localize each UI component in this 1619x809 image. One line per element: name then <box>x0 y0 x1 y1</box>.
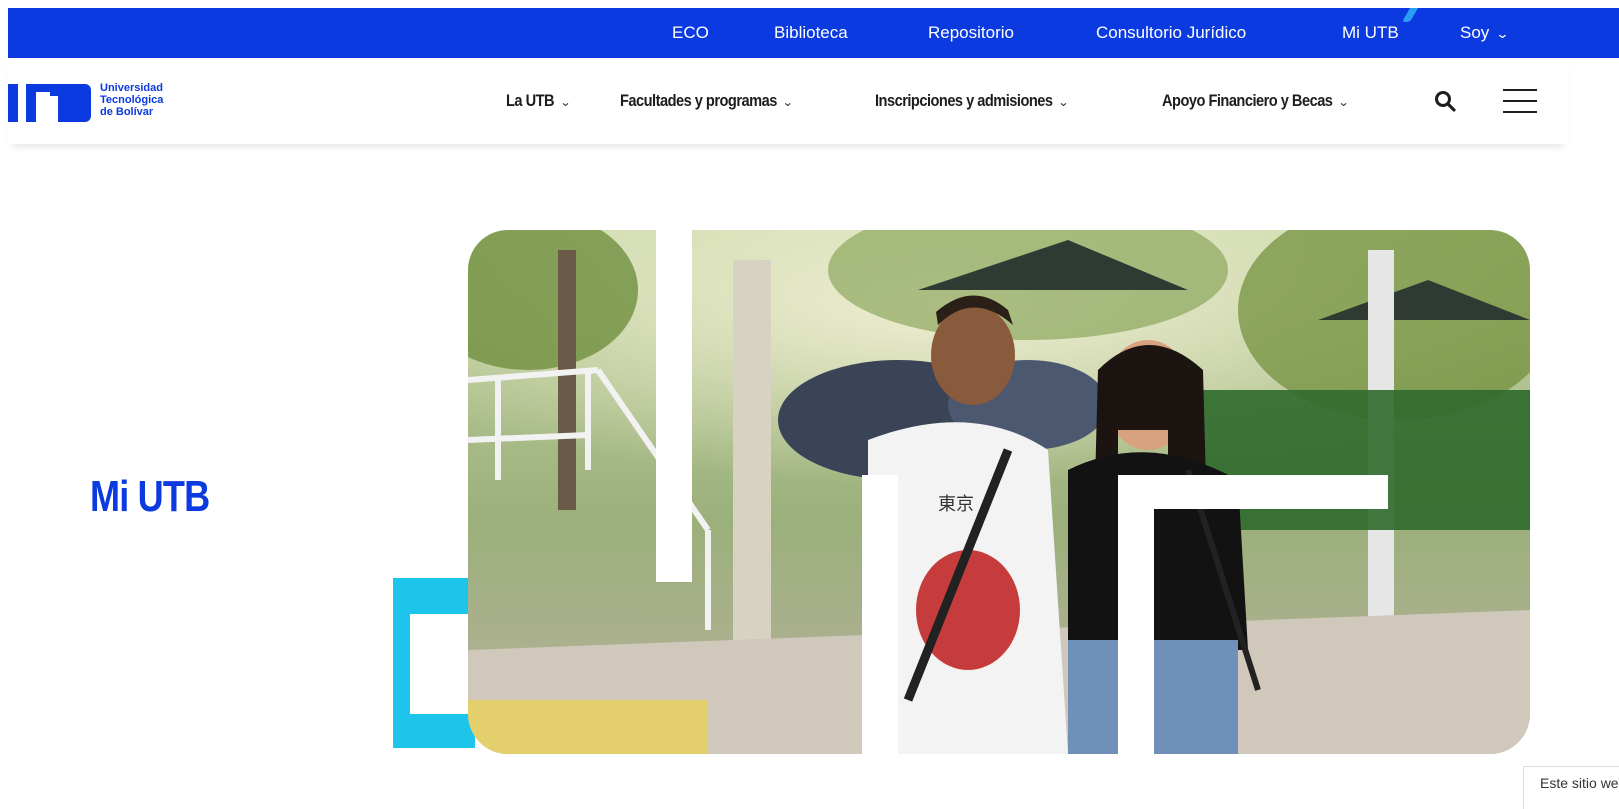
nav-item-facultades-y-programas[interactable]: Facultades y programas ⌄ <box>620 58 794 144</box>
logo-line-1: Universidad <box>100 82 163 94</box>
search-icon[interactable] <box>1434 90 1456 112</box>
main-header: Universidad Tecnológica de Bolívar La UT… <box>8 58 1568 144</box>
soy-label: Soy <box>1460 23 1490 42</box>
topbar-link-biblioteca[interactable]: Biblioteca <box>774 8 848 58</box>
logo-cutout-bar <box>1118 475 1154 754</box>
hero-photo: 東京 <box>468 230 1530 754</box>
nav-label: Facultades y programas <box>620 91 777 110</box>
shirt-text: 東京 <box>938 494 974 515</box>
nav-item-la-utb[interactable]: La UTB ⌄ <box>506 58 571 144</box>
hamburger-menu-icon[interactable] <box>1503 87 1537 115</box>
topbar-soy-dropdown[interactable]: Soy ⌄ <box>1460 8 1510 58</box>
utb-logo-mark <box>8 84 91 122</box>
logo-cutout-bar <box>656 230 692 582</box>
chevron-down-icon: ⌄ <box>782 95 794 109</box>
active-indicator-icon <box>1401 8 1419 22</box>
nav-label: Apoyo Financiero y Becas <box>1162 91 1333 110</box>
nav-label: La UTB <box>506 91 555 110</box>
logo-cutout-bar <box>1118 475 1388 509</box>
chevron-down-icon: ⌄ <box>1058 95 1069 109</box>
utb-logo[interactable]: Universidad Tecnológica de Bolívar <box>8 74 208 130</box>
topbar-link-consultorio-juridico[interactable]: Consultorio Jurídico <box>1096 8 1246 58</box>
chevron-down-icon: ⌄ <box>1495 26 1510 41</box>
utb-logo-text: Universidad Tecnológica de Bolívar <box>100 82 163 118</box>
page-title: Mi UTB <box>90 472 210 521</box>
topbar-link-mi-utb[interactable]: Mi UTB <box>1342 8 1399 58</box>
top-utility-bar: ECO Biblioteca Repositorio Consultorio J… <box>8 8 1619 58</box>
chevron-down-icon: ⌄ <box>1338 95 1349 109</box>
cookie-banner[interactable]: Este sitio web usa <box>1523 766 1619 809</box>
logo-cutout-bar <box>862 475 898 754</box>
nav-label: Inscripciones y admisiones <box>875 91 1053 110</box>
logo-line-2: Tecnológica <box>100 94 164 106</box>
logo-line-3: de Bolívar <box>100 106 154 118</box>
accent-shape-cutout <box>410 614 470 714</box>
chevron-down-icon: ⌄ <box>559 95 571 109</box>
nav-item-apoyo-financiero-y-becas[interactable]: Apoyo Financiero y Becas ⌄ <box>1162 58 1349 144</box>
topbar-link-eco[interactable]: ECO <box>672 8 709 58</box>
topbar-link-repositorio[interactable]: Repositorio <box>928 8 1014 58</box>
nav-item-inscripciones-y-admisiones[interactable]: Inscripciones y admisiones ⌄ <box>875 58 1069 144</box>
